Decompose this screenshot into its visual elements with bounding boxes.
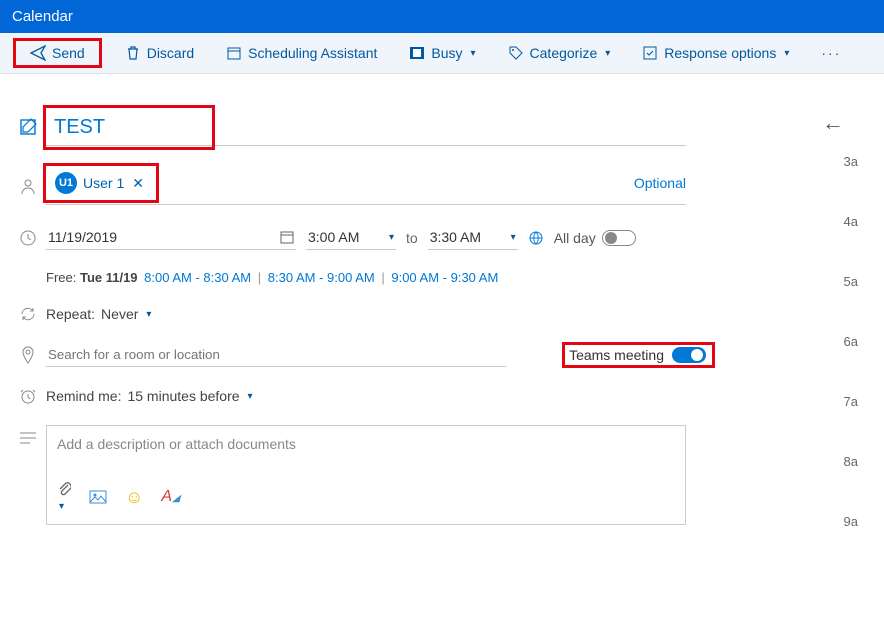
chevron-down-icon: ▾ [605, 48, 610, 59]
repeat-icon [10, 305, 46, 323]
reminder-icon [10, 387, 46, 405]
toolbar: Send Discard Scheduling Assistant Busy ▾… [0, 33, 884, 74]
location-input[interactable] [46, 343, 506, 367]
scheduling-assistant-button[interactable]: Scheduling Assistant [220, 41, 383, 65]
description-box[interactable]: Add a description or attach documents ▾ … [46, 425, 686, 525]
chevron-down-icon: ▾ [784, 48, 789, 59]
trash-icon [125, 45, 141, 61]
optional-link[interactable]: Optional [634, 175, 686, 191]
subject-icon [10, 118, 46, 136]
repeat-dropdown[interactable]: Repeat: Never ▾ [46, 306, 712, 322]
free-slot-link[interactable]: 9:00 AM - 9:30 AM [391, 270, 498, 285]
start-time-input[interactable]: 3:00 AM ▾ [306, 225, 396, 250]
clock-icon [10, 229, 46, 247]
location-icon [10, 346, 46, 364]
time-gutter: 3a 4a 5a 6a 7a 8a 9a [720, 74, 870, 574]
scheduling-icon [226, 45, 242, 61]
free-slot-link[interactable]: 8:00 AM - 8:30 AM [144, 270, 251, 285]
busy-dropdown[interactable]: Busy ▾ [403, 41, 481, 65]
chevron-down-icon: ▾ [146, 309, 151, 320]
person-icon [10, 177, 46, 195]
time-mark: 7a [720, 394, 870, 454]
send-button[interactable]: Send [16, 41, 99, 65]
tag-icon [508, 45, 524, 61]
description-toolbar: ▾ ☺ A◢ [57, 480, 675, 514]
subject-input[interactable] [52, 112, 152, 143]
allday-toggle[interactable] [602, 230, 636, 246]
to-label: to [406, 230, 418, 246]
send-icon [30, 45, 46, 61]
free-slots: Free: Tue 11/19 8:00 AM - 8:30 AM | 8:30… [46, 270, 686, 285]
app-title: Calendar [12, 8, 73, 25]
time-mark: 4a [720, 214, 870, 274]
remove-attendee-icon[interactable]: ✕ [132, 175, 144, 192]
image-icon[interactable] [89, 490, 107, 504]
calendar-icon [280, 230, 294, 244]
event-form: U1 User 1 ✕ Optional 11/19/2019 [0, 74, 720, 574]
end-time-input[interactable]: 3:30 AM ▾ [428, 225, 518, 250]
font-color-icon[interactable]: A◢ [161, 488, 179, 506]
description-icon [10, 425, 46, 445]
chevron-down-icon: ▾ [511, 232, 516, 243]
time-mark: 3a [720, 154, 870, 214]
allday-label: All day [554, 230, 596, 246]
emoji-icon[interactable]: ☺ [125, 487, 143, 508]
time-mark: 9a [720, 514, 870, 574]
time-mark: 8a [720, 454, 870, 514]
teams-meeting-toggle[interactable] [672, 347, 706, 363]
free-slot-link[interactable]: 8:30 AM - 9:00 AM [268, 270, 375, 285]
busy-icon [409, 45, 425, 61]
window-titlebar: Calendar [0, 0, 884, 33]
avatar: U1 [55, 172, 77, 194]
more-button[interactable]: ··· [815, 41, 847, 65]
timezone-icon[interactable] [528, 230, 544, 246]
response-icon [642, 45, 658, 61]
reminder-dropdown[interactable]: Remind me: 15 minutes before ▾ [46, 388, 712, 404]
time-mark: 6a [720, 334, 870, 394]
discard-button[interactable]: Discard [119, 41, 200, 65]
date-input[interactable]: 11/19/2019 [46, 225, 296, 250]
response-options-dropdown[interactable]: Response options ▾ [636, 41, 795, 65]
chevron-down-icon: ▾ [389, 232, 394, 243]
attach-icon[interactable]: ▾ [57, 480, 71, 514]
chevron-down-icon: ▾ [471, 48, 476, 59]
attendee-name: User 1 [83, 175, 124, 191]
categorize-dropdown[interactable]: Categorize ▾ [502, 41, 617, 65]
time-mark: 5a [720, 274, 870, 334]
attendee-chip[interactable]: U1 User 1 ✕ [52, 169, 150, 197]
teams-meeting-wrap: Teams meeting [565, 345, 712, 365]
description-placeholder: Add a description or attach documents [57, 436, 675, 452]
chevron-down-icon: ▾ [248, 391, 253, 402]
teams-meeting-label: Teams meeting [569, 347, 664, 363]
